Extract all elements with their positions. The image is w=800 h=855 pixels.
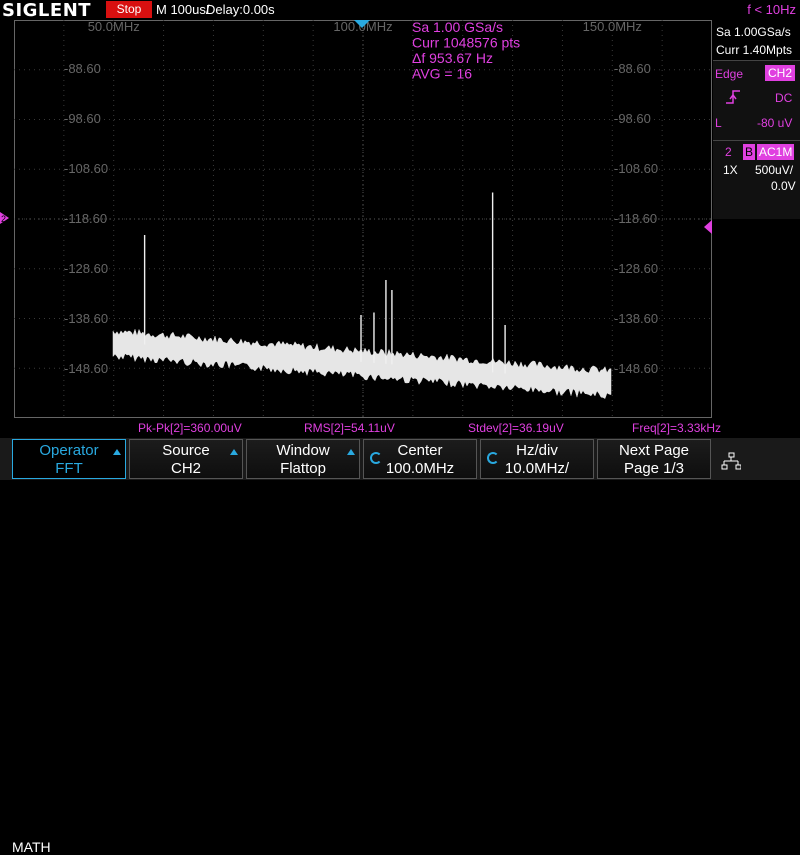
y-label-right-3: -118.60 [614,211,657,226]
channel-offset: 0.0V [771,179,796,193]
channel-coupling-badge: AC1M [757,144,795,160]
rising-edge-icon [726,90,740,104]
y-label-left-5: -138.60 [64,311,108,326]
fft-info-line-3: AVG = 16 [412,66,472,82]
y-label-left-4: -128.60 [64,261,108,276]
x-label-2: 150.0MHz [583,19,642,34]
y-label-right-6: -148.60 [614,361,658,376]
window-menu-arrow-icon [347,449,355,455]
next-page-softkey[interactable]: Next Page Page 1/3 [597,439,711,479]
sample-rate-readout: Sa 1.00GSa/s [716,25,791,39]
y-label-left-3: -118.60 [64,211,107,226]
volts-per-div: 500uV/ [755,163,794,177]
measurement-bar: MATH Pk-Pk[2]=360.00uV RMS[2]=54.11uV St… [0,419,800,855]
source-softkey[interactable]: Source CH2 [129,439,243,479]
y-label-left-2: -108.60 [64,161,108,176]
y-label-right-5: -138.60 [614,311,658,326]
hz-per-div-softkey[interactable]: Hz/div 10.0MHz/ [480,439,594,479]
x-label-0: 50.0MHz [88,19,140,34]
trigger-level-label: L [715,116,722,130]
network-icon[interactable] [721,452,741,472]
window-softkey[interactable]: Window Flattop [246,439,360,479]
fft-info-block: Sa 1.00 GSa/sCurr 1048576 ptsΔf 953.67 H… [412,19,520,82]
source-menu-arrow-icon [230,449,238,455]
fft-info-line-2: Δf 953.67 Hz [412,50,493,66]
y-label-left-0: -88.60 [64,61,101,76]
trigger-source-badge: CH2 [765,65,796,81]
hzdiv-knob-icon [487,452,499,464]
memory-depth-readout: Curr 1.40Mpts [716,43,793,57]
trigger-level-value: -80 uV [757,116,793,130]
left-math-ref-label: 2 [1,214,6,224]
y-label-right-2: -108.60 [614,161,658,176]
center-softkey[interactable]: Center 100.0MHz [363,439,477,479]
trigger-type: Edge [715,67,744,81]
freq-measurement: Freq[2]=3.33kHz [632,421,722,435]
y-label-left-1: -98.60 [64,111,101,126]
channel-panel[interactable]: 2 B AC1M 1X 500uV/ 0.0V [713,140,800,219]
fft-info-line-0: Sa 1.00 GSa/s [412,19,503,35]
probe-attenuation: 1X [723,163,738,177]
bandwidth-limit-badge: B [743,144,756,160]
right-info-panel: Sa 1.00GSa/s Curr 1.40Mpts Edge CH2 DC L… [713,20,800,420]
spectrum-trace [112,192,612,399]
right-trigger-level-marker [704,220,712,234]
center-knob-icon [370,452,382,464]
y-label-right-4: -128.60 [614,261,658,276]
channel-number: 2 [725,145,732,159]
operator-softkey[interactable]: Operator FFT [12,439,126,479]
y-label-right-1: -98.60 [614,111,651,126]
rms-measurement: RMS[2]=54.11uV [304,421,395,435]
y-label-right-0: -88.60 [614,61,651,76]
y-label-left-6: -148.60 [64,361,108,376]
trigger-coupling: DC [775,91,793,105]
pkpk-measurement: Pk-Pk[2]=360.00uV [138,421,242,435]
operator-menu-arrow-icon [113,449,121,455]
stdev-measurement: Stdev[2]=36.19uV [468,421,564,435]
math-label: MATH [12,839,51,855]
noise-floor-band [112,328,612,399]
fft-spectrum-plot: 50.0MHz100.0MHz150.0MHz -88.60-88.60-98.… [0,19,712,418]
fft-info-line-1: Curr 1048576 pts [412,35,520,51]
